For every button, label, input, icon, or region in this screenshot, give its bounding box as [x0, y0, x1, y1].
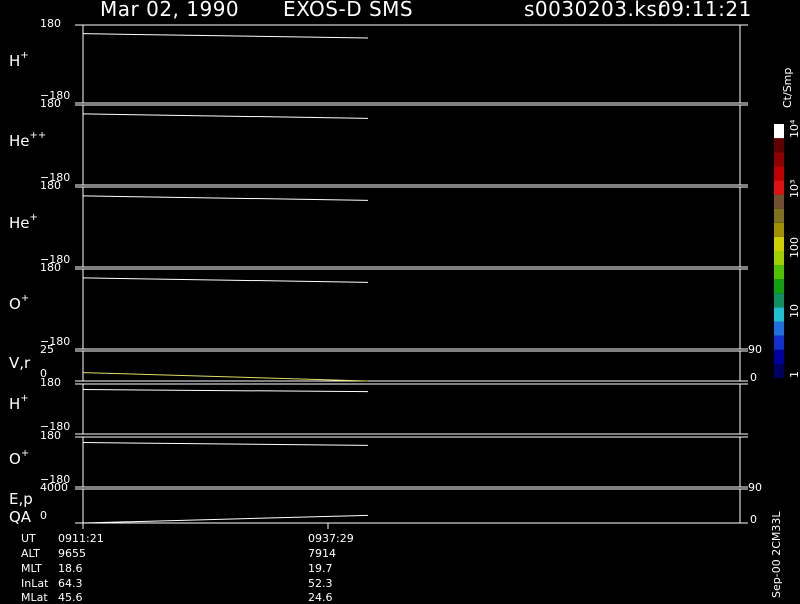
panel-label: He+	[9, 212, 38, 232]
footer-row-value-start: 45.6	[58, 591, 83, 604]
panel-label-text: V,r	[9, 354, 31, 372]
colorbar-tick-label: 100	[788, 237, 800, 258]
right-tick-label-bottom: 0	[750, 371, 757, 384]
colorbar-segment	[774, 180, 784, 195]
colorbar-segment	[774, 194, 784, 209]
colorbar-segment	[774, 152, 784, 167]
colorbar-segment	[774, 279, 784, 294]
colorbar-units-label: Ct/Smp	[781, 67, 794, 108]
panel-label-text: H	[9, 395, 21, 413]
y-tick-label-top: 180	[40, 179, 61, 192]
footer-row-name: MLT	[21, 562, 42, 575]
processing-stamp: Sep-00 2CM33L	[770, 511, 783, 599]
panel-frame	[82, 436, 741, 488]
colorbar-segment	[774, 166, 784, 181]
colorbar-segment	[774, 335, 784, 350]
colorbar-tick-label: 10⁴	[788, 119, 800, 138]
series-line	[82, 514, 369, 524]
panel-label-text: He	[9, 132, 30, 150]
y-tick-label-top: 180	[40, 17, 61, 30]
panel-label: H+	[9, 393, 29, 413]
colorbar-segment	[774, 236, 784, 251]
colorbar-segment	[774, 349, 784, 364]
footer-row-value-start: 64.3	[58, 577, 83, 590]
footer-row-name: ALT	[21, 547, 40, 560]
panel-label-text: E,p	[9, 490, 33, 508]
plot-canvas	[75, 24, 784, 529]
colorbar-tick-label: 1	[788, 371, 800, 378]
panel-frame	[82, 350, 741, 382]
panel-label: O+	[9, 293, 30, 313]
y-tick-label-top: 180	[40, 97, 61, 110]
panel-label: E,p	[9, 490, 33, 508]
panel-label-text: O	[9, 295, 21, 313]
colorbar-segment	[774, 138, 784, 153]
panel-label: V,r	[9, 354, 30, 372]
right-tick-label-top: 90	[748, 343, 762, 356]
panel-label: He++	[9, 130, 47, 150]
colorbar-segment	[774, 222, 784, 237]
panel-label-superscript: +	[20, 50, 29, 61]
panel-frame	[82, 268, 741, 350]
panel-label-superscript: +	[29, 212, 38, 223]
footer-row-name: UT	[21, 532, 36, 545]
colorbar-segment	[774, 293, 784, 308]
right-tick-label-bottom: 0	[750, 513, 757, 526]
panel-label: H+	[9, 50, 29, 70]
colorbar-tick-label: 10	[788, 304, 800, 318]
y-tick-label-top: 180	[40, 261, 61, 274]
footer-row-value-start: 18.6	[58, 562, 83, 575]
header-file: s0030203.ksr	[524, 0, 667, 21]
series-line	[82, 33, 369, 39]
colorbar-tick-label: 10³	[788, 179, 800, 198]
series-line	[82, 389, 369, 393]
panel-label-superscript: +	[20, 393, 29, 404]
series-line	[82, 113, 369, 119]
panel-label-superscript: +	[20, 448, 30, 459]
y-tick-label-bottom: 0	[40, 509, 47, 522]
footer-row-value-end: 0937:29	[308, 532, 354, 545]
series-line	[82, 372, 369, 382]
footer-row-value-end: 19.7	[308, 562, 333, 575]
panel-label-superscript: ++	[29, 130, 47, 141]
y-tick-label-top: 180	[40, 429, 61, 442]
panel-label-superscript: +	[20, 293, 30, 304]
panel-frame	[82, 24, 741, 104]
footer-row-value-end: 7914	[308, 547, 336, 560]
footer-row-value-end: 24.6	[308, 591, 333, 604]
colorbar-segment	[774, 251, 784, 266]
y-tick-label-top: 25	[40, 343, 54, 356]
panel-label-text: H	[9, 52, 21, 70]
footer-row-value-start: 0911:21	[58, 532, 104, 545]
panel-label: O+	[9, 448, 30, 468]
colorbar-segment	[774, 307, 784, 322]
y-tick-label-top: 180	[40, 376, 61, 389]
colorbar-segment	[774, 265, 784, 280]
series-line	[82, 195, 369, 201]
panel-label-secondary: QA	[9, 508, 32, 526]
header-date: Mar 02, 1990	[100, 0, 240, 21]
panel-label-text: He	[9, 214, 30, 232]
right-tick-label-top: 90	[748, 481, 762, 494]
panel-frame	[82, 383, 741, 435]
colorbar-segment	[774, 321, 784, 336]
footer-row-name: InLat	[21, 577, 49, 590]
footer-row-value-start: 9655	[58, 547, 86, 560]
panel-frame	[82, 488, 741, 524]
colorbar-segment	[774, 363, 784, 378]
footer-row-name: MLat	[21, 591, 48, 604]
series-line	[82, 442, 369, 446]
colorbar-segment	[774, 208, 784, 223]
series-line	[82, 277, 369, 283]
footer-row-value-end: 52.3	[308, 577, 333, 590]
panel-frame	[82, 104, 741, 186]
panel-label-text: O	[9, 450, 21, 468]
panel-frame	[82, 186, 741, 268]
colorbar-segment	[774, 124, 784, 139]
y-tick-label-top: 4000	[40, 481, 68, 494]
header-instrument: EXOS-D SMS	[283, 0, 414, 21]
header-time: 09:11:21	[658, 0, 752, 21]
